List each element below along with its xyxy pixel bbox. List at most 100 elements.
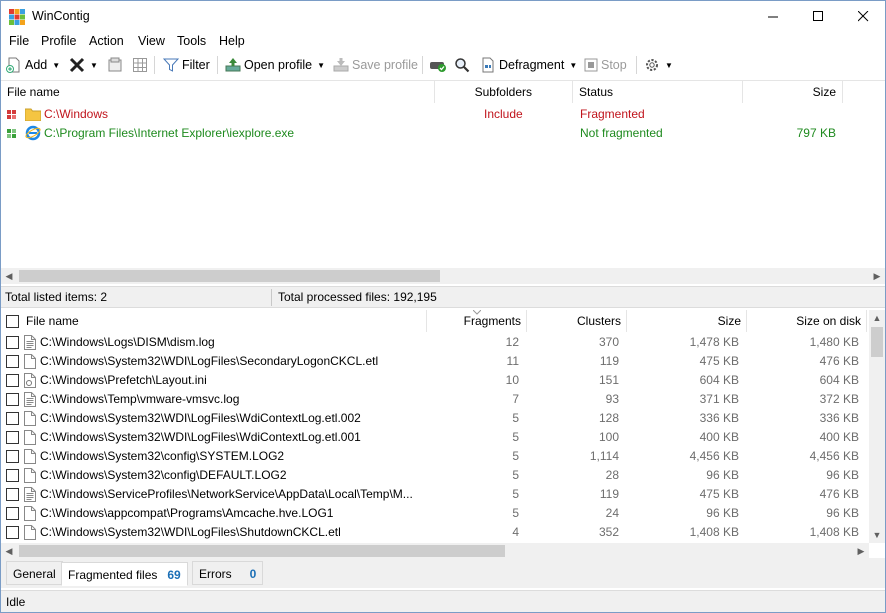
- file-name: C:\Windows\System32\config\DEFAULT.LOG2: [40, 468, 287, 482]
- clusters-value: 119: [599, 487, 619, 501]
- scroll-right-icon[interactable]: ▶: [853, 543, 869, 559]
- tab-label: Fragmented files: [68, 568, 158, 582]
- column-header-file-name[interactable]: File name: [1, 81, 435, 103]
- column-header-status[interactable]: Status: [573, 81, 743, 103]
- defragment-button[interactable]: Defragment ▼: [480, 53, 577, 77]
- properties-button[interactable]: [107, 53, 123, 77]
- column-header-clusters[interactable]: Clusters: [527, 310, 627, 332]
- maximize-button[interactable]: [795, 1, 841, 31]
- row-checkbox[interactable]: [6, 374, 19, 387]
- row-checkbox[interactable]: [6, 450, 19, 463]
- tab-fragmented-files[interactable]: Fragmented files 69: [61, 562, 188, 586]
- bottom-horizontal-scrollbar[interactable]: ◀ ▶: [1, 543, 869, 559]
- table-row[interactable]: C:\Windows\System32\WDI\LogFiles\WdiCont…: [1, 428, 869, 447]
- menu-action[interactable]: Action: [89, 34, 124, 48]
- tab-errors[interactable]: Errors 0: [192, 561, 264, 585]
- table-row[interactable]: C:\Windows\System32\WDI\LogFiles\Shutdow…: [1, 523, 869, 542]
- chevron-down-icon: ▼: [569, 60, 578, 70]
- clusters-value: 151: [598, 373, 619, 387]
- text-file-icon: [24, 487, 36, 502]
- scroll-right-icon[interactable]: ▶: [869, 268, 885, 284]
- remove-button[interactable]: ▼: [69, 53, 98, 77]
- table-row[interactable]: C:\Windows\appcompat\Programs\Amcache.hv…: [1, 504, 869, 523]
- menu-profile[interactable]: Profile: [41, 34, 76, 48]
- fragments-value: 5: [512, 468, 519, 482]
- table-row[interactable]: C:\Windows\System32\config\SYSTEM.LOG2 5 1…: [1, 447, 869, 466]
- chevron-down-icon: ▼: [52, 60, 61, 70]
- total-processed-files: Total processed files: 192,195: [278, 290, 437, 304]
- scroll-up-icon[interactable]: ▲: [869, 310, 885, 326]
- tab-bar: General Fragmented files 69 Errors 0: [1, 558, 885, 588]
- status-bar: Idle: [1, 590, 885, 612]
- table-row[interactable]: C:\Windows\Logs\DISM\dism.log 12 370 1,478 …: [1, 333, 869, 352]
- row-checkbox[interactable]: [6, 488, 19, 501]
- wincontig-window: WinContig File Profile Action View Tools…: [0, 0, 886, 613]
- column-header-file-name[interactable]: File name: [1, 310, 427, 332]
- table-row[interactable]: C:\Windows\Prefetch\Layout.ini 10 151 604 K…: [1, 371, 869, 390]
- scroll-left-icon[interactable]: ◀: [1, 268, 17, 284]
- grid-view-button[interactable]: [132, 53, 148, 77]
- column-header-subfolders[interactable]: Subfolders: [435, 81, 573, 103]
- file-name: C:\Windows: [44, 107, 109, 121]
- column-header-size[interactable]: Size: [743, 81, 843, 103]
- blank-file-icon: [24, 449, 36, 464]
- row-checkbox[interactable]: [6, 355, 19, 368]
- scrollbar-thumb[interactable]: [19, 545, 505, 557]
- row-checkbox[interactable]: [6, 431, 19, 444]
- analyze-button[interactable]: [429, 53, 447, 77]
- bottom-vertical-scrollbar[interactable]: ▲ ▼: [869, 310, 885, 543]
- clusters-value: 128: [598, 411, 619, 425]
- menu-file[interactable]: File: [9, 34, 29, 48]
- settings-button[interactable]: ▼: [644, 53, 673, 77]
- file-name: C:\Windows\ServiceProfiles\NetworkServic…: [40, 487, 413, 501]
- tab-label: Errors: [199, 567, 232, 581]
- scrollbar-thumb[interactable]: [19, 270, 440, 282]
- row-checkbox[interactable]: [6, 507, 19, 520]
- delete-x-icon: [69, 57, 85, 73]
- row-checkbox[interactable]: [6, 412, 19, 425]
- table-row[interactable]: C:\Windows\ServiceProfiles\NetworkServic…: [1, 485, 869, 504]
- settings-file-icon: [24, 373, 36, 388]
- menu-tools[interactable]: Tools: [177, 34, 206, 48]
- toolbar-separator: [636, 56, 637, 74]
- close-button[interactable]: [840, 1, 886, 31]
- stop-icon: [584, 58, 598, 72]
- open-profile-button[interactable]: Open profile ▼: [225, 53, 325, 77]
- blank-file-icon: [24, 411, 36, 426]
- scroll-down-icon[interactable]: ▼: [869, 527, 885, 543]
- save-profile-button[interactable]: Save profile: [333, 53, 418, 77]
- table-row[interactable]: C:\Windows\Temp\vmware-vmsvc.log 7 93 371 K…: [1, 390, 869, 409]
- table-row[interactable]: C:\Windows\System32\WDI\LogFiles\Seconda…: [1, 352, 869, 371]
- table-row[interactable]: C:\Windows\System32\WDI\LogFiles\WdiCont…: [1, 409, 869, 428]
- tab-general[interactable]: General: [6, 561, 63, 585]
- list-item[interactable]: C:\Program Files\Internet Explorer\iexpl…: [1, 124, 885, 143]
- search-button[interactable]: [454, 53, 470, 77]
- scroll-left-icon[interactable]: ◀: [1, 543, 17, 559]
- clusters-value: 352: [598, 525, 619, 539]
- file-name: C:\Windows\Logs\DISM\dism.log: [40, 335, 215, 349]
- column-header-size[interactable]: Size: [627, 310, 747, 332]
- file-name: C:\Windows\System32\WDI\LogFiles\WdiCont…: [40, 430, 361, 444]
- row-checkbox[interactable]: [6, 469, 19, 482]
- row-checkbox[interactable]: [6, 393, 19, 406]
- column-header-size-on-disk[interactable]: Size on disk: [747, 310, 867, 332]
- stop-button[interactable]: Stop: [584, 53, 627, 77]
- add-file-icon: [6, 57, 20, 73]
- row-checkbox[interactable]: [6, 526, 19, 539]
- list-item[interactable]: C:\Windows Include Fragmented: [1, 105, 885, 124]
- internet-explorer-icon: [25, 125, 41, 141]
- add-button[interactable]: Add ▼: [6, 53, 60, 77]
- file-name: C:\Windows\Temp\vmware-vmsvc.log: [40, 392, 240, 406]
- minimize-button[interactable]: [750, 1, 796, 31]
- filter-button[interactable]: Filter: [163, 53, 210, 77]
- open-profile-icon: [225, 58, 241, 72]
- scrollbar-thumb[interactable]: [871, 327, 883, 357]
- menu-help[interactable]: Help: [219, 34, 245, 48]
- blank-file-icon: [24, 354, 36, 369]
- menu-view[interactable]: View: [138, 34, 165, 48]
- row-checkbox[interactable]: [6, 336, 19, 349]
- top-horizontal-scrollbar[interactable]: ◀ ▶: [1, 268, 885, 284]
- profile-file-list: File name Subfolders Status Size C:\Wind…: [1, 80, 885, 284]
- open-profile-label: Open profile: [244, 58, 313, 72]
- table-row[interactable]: C:\Windows\System32\config\DEFAULT.LOG2 5…: [1, 466, 869, 485]
